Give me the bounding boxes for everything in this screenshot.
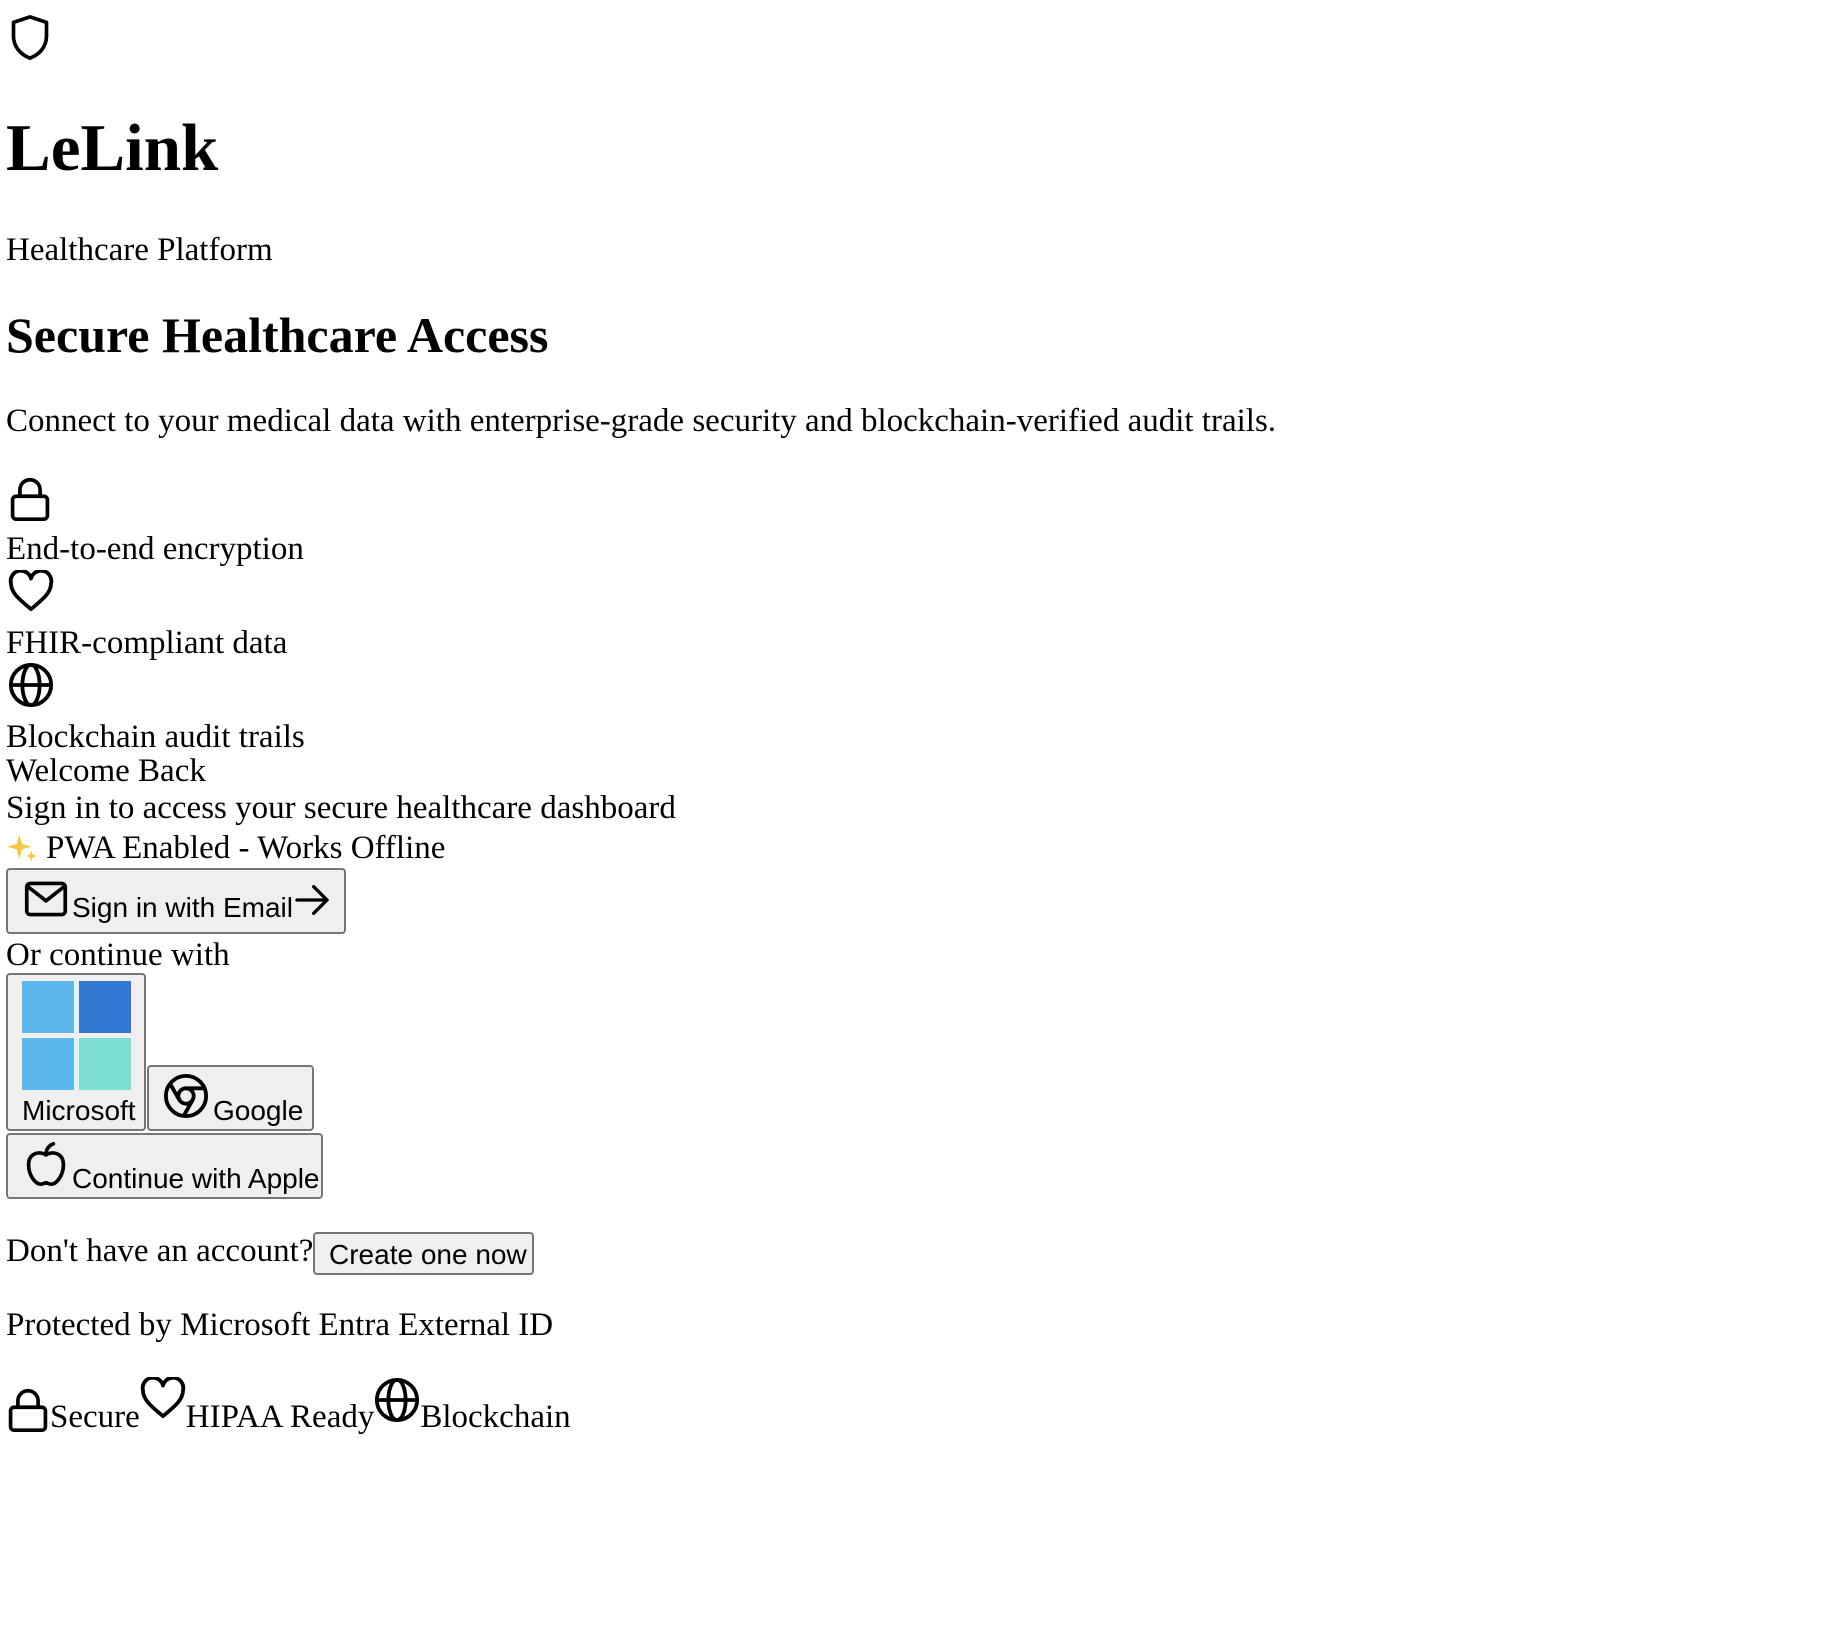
sign-in-email-label: Sign in with Email bbox=[72, 892, 293, 923]
welcome-title: Welcome Back bbox=[6, 753, 206, 789]
divider-text: Or continue with bbox=[6, 937, 230, 973]
create-account-button[interactable]: Create one now bbox=[313, 1232, 534, 1275]
no-account-text: Don't have an account? bbox=[6, 1233, 314, 1269]
trust-badge-label: HIPAA Ready bbox=[185, 1399, 375, 1435]
chrome-icon bbox=[163, 1073, 209, 1119]
hero-heading: Secure Healthcare Access bbox=[6, 307, 549, 363]
pwa-badge: PWA Enabled - Works Offline bbox=[6, 828, 445, 868]
microsoft-label: Microsoft bbox=[22, 1095, 136, 1126]
sparkle-icon bbox=[7, 834, 37, 862]
apple-icon bbox=[24, 1141, 68, 1187]
app-subtitle: Healthcare Platform bbox=[6, 232, 273, 268]
trust-badge-secure: Secure bbox=[6, 1387, 140, 1435]
heart-icon bbox=[140, 1377, 186, 1419]
globe-icon bbox=[374, 1377, 420, 1423]
microsoft-logo-icon bbox=[22, 981, 132, 1091]
create-account-label: Create one now bbox=[329, 1239, 527, 1270]
trust-badge-label: Blockchain bbox=[420, 1399, 571, 1435]
globe-icon bbox=[8, 662, 54, 708]
google-label: Google bbox=[213, 1095, 304, 1126]
feature-label-fhir: FHIR-compliant data bbox=[6, 625, 288, 661]
trust-badge-blockchain: Blockchain bbox=[374, 1377, 571, 1435]
app-title: LeLink bbox=[6, 111, 219, 185]
hero-description: Connect to your medical data with enterp… bbox=[6, 403, 1277, 439]
microsoft-signin-button[interactable]: Microsoft bbox=[6, 973, 146, 1131]
trust-badge-hipaa: HIPAA Ready bbox=[140, 1377, 374, 1435]
welcome-subtitle: Sign in to access your secure healthcare… bbox=[6, 790, 676, 826]
apple-label: Continue with Apple bbox=[72, 1163, 320, 1194]
lock-icon bbox=[8, 476, 52, 522]
lock-icon bbox=[6, 1387, 50, 1433]
google-signin-button[interactable]: Google bbox=[147, 1065, 314, 1131]
shield-icon bbox=[8, 14, 52, 62]
trust-badges: Secure HIPAA Ready Blockchain bbox=[6, 1373, 571, 1435]
protected-by-text: Protected by Microsoft Entra External ID bbox=[6, 1307, 554, 1343]
mail-icon bbox=[24, 880, 68, 918]
pwa-badge-label: PWA Enabled - Works Offline bbox=[46, 830, 446, 866]
arrow-right-icon bbox=[292, 880, 332, 920]
sign-in-email-button[interactable]: Sign in with Email bbox=[6, 868, 346, 934]
feature-label-encryption: End-to-end encryption bbox=[6, 531, 304, 567]
heart-icon bbox=[8, 570, 54, 612]
apple-signin-button[interactable]: Continue with Apple bbox=[6, 1133, 323, 1199]
trust-badge-label: Secure bbox=[50, 1399, 140, 1435]
